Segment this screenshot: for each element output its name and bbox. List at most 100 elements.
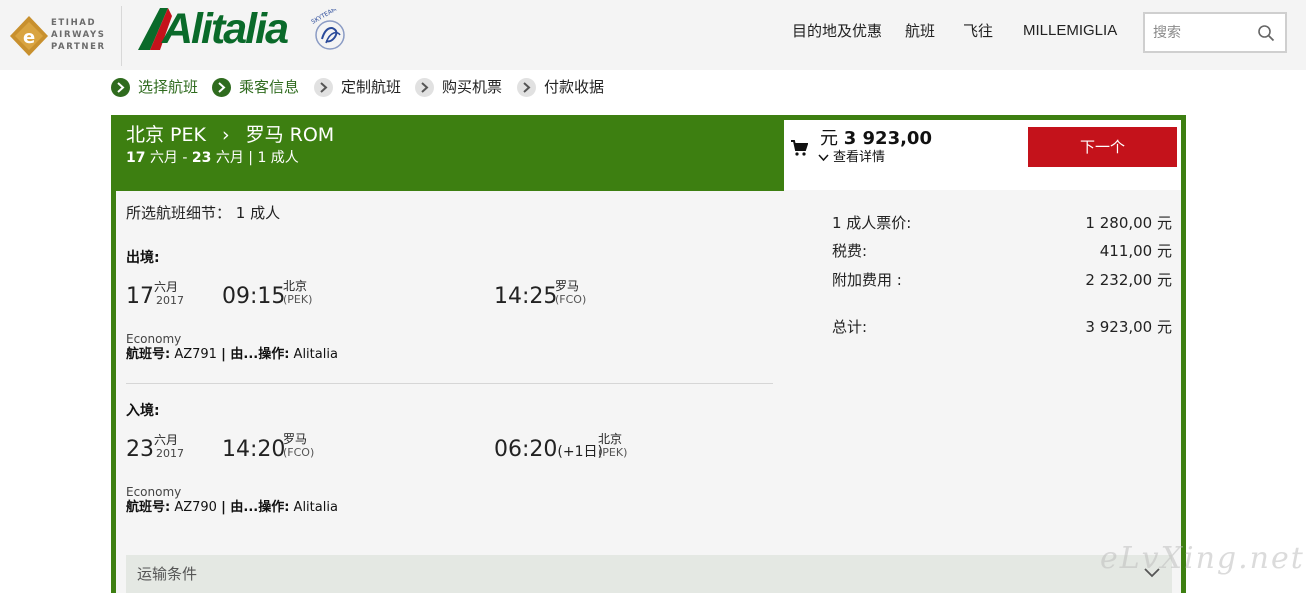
- step-label: 定制航班: [341, 78, 402, 96]
- fare-row-surcharges: 附加费用 : 2 232,00 元: [832, 270, 1172, 290]
- fare-label: 附加费用 :: [832, 271, 902, 289]
- top-header: e ETIHAD AIRWAYS PARTNER Alitalia SKYTEA…: [0, 0, 1306, 70]
- skyteam-logo-icon[interactable]: SKYTEAM: [308, 9, 350, 55]
- outbound-dep-city: 北京: [283, 279, 308, 293]
- price-summary-header: 元 3 923,00 查看详情 下一个: [784, 120, 1181, 190]
- search-icon[interactable]: [1257, 24, 1275, 42]
- date-in-month: 六月: [215, 150, 244, 166]
- cart-icon: [791, 140, 808, 156]
- step-label: 选择航班: [138, 78, 199, 96]
- etihad-partner-logo[interactable]: e ETIHAD AIRWAYS PARTNER: [10, 14, 110, 56]
- step-chevron-icon: [517, 78, 536, 97]
- flight-details-title: 所选航班细节： 1 成人: [126, 204, 281, 222]
- outbound-arr-city: 罗马: [555, 279, 580, 293]
- fare-label: 税费:: [832, 242, 868, 260]
- booking-panel: 北京 PEK › 罗马 ROM 17 六月 - 23 六月 | 1 成人 元 3 9…: [111, 115, 1186, 593]
- fare-row-taxes: 税费: 411,00 元: [832, 241, 1172, 261]
- transport-conditions-accordion[interactable]: 运输条件: [126, 555, 1172, 593]
- total-price: 元 3 923,00: [820, 128, 932, 150]
- etihad-emblem-icon: e: [10, 16, 48, 56]
- outbound-cabin: Economy: [126, 332, 182, 346]
- chevron-down-icon: [818, 153, 829, 161]
- currency-symbol: 元: [820, 128, 838, 149]
- view-details-label: 查看详情: [833, 150, 886, 165]
- step-label: 乘客信息: [239, 78, 300, 96]
- outbound-arr-time-value: 14:25: [494, 284, 558, 309]
- search-input[interactable]: [1153, 22, 1253, 44]
- total-label: 总计:: [832, 318, 868, 336]
- skyteam-logo-text: SKYTEAM: [310, 9, 338, 26]
- nav-destinations[interactable]: 目的地及优惠: [792, 21, 882, 41]
- view-details-link[interactable]: 查看详情: [818, 150, 885, 166]
- flight-details-panel: 所选航班细节： 1 成人 出境: 17 六月 2017 09:15 北京 (PE…: [116, 191, 1172, 593]
- outbound-year: 2017: [156, 294, 184, 307]
- date-out-month: 六月: [149, 150, 178, 166]
- inbound-dep-code: (FCO): [283, 446, 315, 459]
- fare-label: 1 成人票价:: [832, 214, 912, 232]
- outbound-month: 六月: [154, 280, 179, 294]
- next-button[interactable]: 下一个: [1028, 127, 1177, 167]
- outbound-dep-code: (PEK): [283, 293, 313, 306]
- inbound-day: 23: [126, 437, 154, 462]
- inbound-flight-number: AZ790: [174, 500, 217, 515]
- svg-text:e: e: [23, 27, 35, 48]
- route-destination: 罗马 ROM: [245, 124, 335, 146]
- fare-row-total: 总计: 3 923,00 元: [832, 317, 1172, 337]
- inbound-dep-city: 罗马: [283, 432, 308, 446]
- outbound-arr-time: 14:25: [494, 284, 557, 312]
- section-divider: [126, 383, 773, 384]
- etihad-logo-line2: AIRWAYS: [51, 30, 106, 40]
- fare-value: 1 280,00 元: [1085, 214, 1172, 232]
- transport-conditions-label: 运输条件: [137, 565, 198, 583]
- nav-fly-to[interactable]: 飞往: [963, 21, 993, 41]
- inbound-arr-plus-day: (+1日): [557, 444, 603, 460]
- outbound-title: 出境:: [126, 250, 160, 266]
- route-arrow-icon: ›: [221, 124, 230, 146]
- outbound-arr-code: (FCO): [555, 293, 587, 306]
- inbound-flight-info: 航班号: AZ790 | 由...操作: Alitalia: [126, 500, 338, 516]
- trip-dates: 17 六月 - 23 六月 | 1 成人: [126, 148, 299, 168]
- fare-value: 2 232,00 元: [1085, 271, 1172, 289]
- step-chevron-icon: [111, 78, 130, 97]
- etihad-logo-line3: PARTNER: [51, 42, 106, 52]
- inbound-arr-code: (PEK): [598, 446, 628, 459]
- outbound-carrier: Alitalia: [293, 347, 338, 362]
- alitalia-logo-text: Alitalia: [162, 5, 289, 53]
- step-label: 购买机票: [442, 78, 503, 96]
- operated-by-label: | 由...操作:: [221, 347, 290, 362]
- etihad-logo-line1: ETIHAD: [51, 18, 97, 28]
- flight-number-label: 航班号:: [126, 500, 171, 515]
- fare-value: 411,00 元: [1099, 242, 1172, 260]
- search-box[interactable]: [1143, 12, 1287, 53]
- date-out-day: 17: [126, 150, 146, 166]
- date-separator: -: [177, 150, 192, 166]
- inbound-dep-time: 14:20: [222, 437, 286, 462]
- nav-millemiglia[interactable]: MILLEMIGLIA: [1023, 21, 1117, 41]
- header-divider: [121, 6, 122, 66]
- price-summary-panel: 元 3 923,00 查看详情 下一个 1 成人票价: 1 280,00 元 税…: [784, 120, 1181, 593]
- inbound-arr-time: 06:20(+1日): [494, 437, 603, 465]
- route-title: 北京 PEK › 罗马 ROM: [126, 124, 334, 146]
- watermark: eLvXing.net: [1100, 541, 1305, 576]
- outbound-day: 17: [126, 284, 154, 309]
- inbound-title: 入境:: [126, 403, 160, 419]
- total-value: 3 923,00 元: [1085, 318, 1172, 336]
- inbound-year: 2017: [156, 447, 184, 460]
- fare-row-adult: 1 成人票价: 1 280,00 元: [832, 213, 1172, 233]
- outbound-flight-number: AZ791: [174, 347, 217, 362]
- inbound-carrier: Alitalia: [293, 500, 338, 515]
- step-chevron-icon: [314, 78, 333, 97]
- route-origin: 北京 PEK: [126, 124, 206, 146]
- passenger-count: | 1 成人: [248, 150, 299, 166]
- inbound-month: 六月: [154, 433, 179, 447]
- outbound-flight-info: 航班号: AZ791 | 由...操作: Alitalia: [126, 347, 338, 363]
- total-price-value: 3 923,00: [843, 128, 932, 149]
- inbound-arr-city: 北京: [598, 432, 623, 446]
- alitalia-logo[interactable]: Alitalia: [136, 2, 296, 53]
- outbound-dep-time: 09:15: [222, 284, 286, 309]
- nav-flights[interactable]: 航班: [905, 21, 935, 41]
- step-chevron-icon: [212, 78, 231, 97]
- flight-number-label: 航班号:: [126, 347, 171, 362]
- inbound-arr-time-value: 06:20: [494, 437, 558, 462]
- inbound-cabin: Economy: [126, 485, 182, 499]
